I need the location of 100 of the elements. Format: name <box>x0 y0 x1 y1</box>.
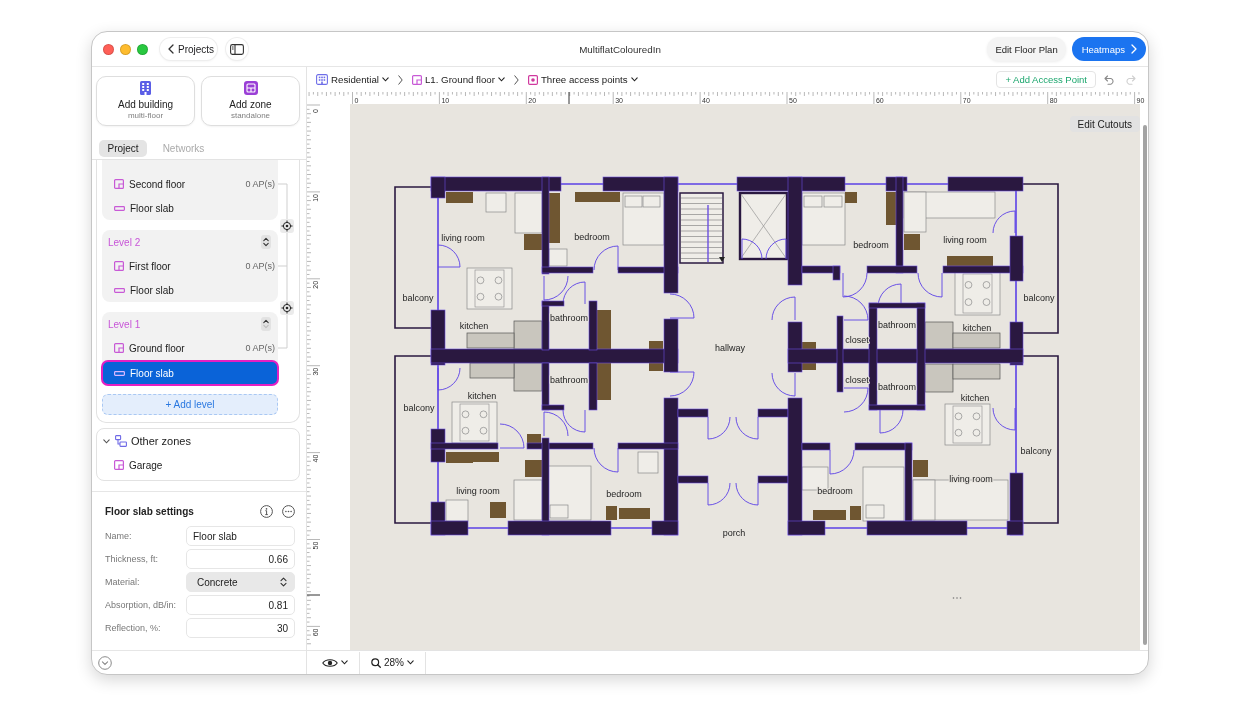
breadcrumb-button[interactable]: Three access points <box>527 74 638 85</box>
floor-item[interactable]: Second floor 0 AP(s) <box>102 172 278 196</box>
search-icon <box>371 657 381 668</box>
floor-icon <box>114 343 124 353</box>
caret-icon <box>381 77 389 82</box>
window-title: MultiflatColouredIn <box>579 43 661 55</box>
add-zone-button[interactable]: Add zone standalone <box>201 76 300 126</box>
room-label: kitchen <box>459 321 489 332</box>
room-label: bedroom <box>853 240 889 251</box>
chevron-left-icon <box>168 44 174 54</box>
field-label: Thickness, ft: <box>105 554 159 564</box>
zone-item[interactable]: Garage <box>97 453 299 477</box>
heatmaps-button[interactable]: Heatmaps <box>1071 37 1146 61</box>
room-label: kitchen <box>467 391 497 402</box>
slab-item[interactable]: Floor slab <box>101 360 279 386</box>
room-label: bedroom <box>817 486 853 497</box>
add-level-button[interactable]: + Add level <box>102 394 278 415</box>
select-field[interactable]: Concrete <box>186 572 295 592</box>
room-label: bathroom <box>878 382 916 393</box>
edit-floor-plan-button[interactable]: Edit Floor Plan <box>987 37 1066 61</box>
field-label: Reflection, %: <box>105 623 162 633</box>
floor-icon <box>411 74 422 85</box>
tab[interactable]: Project <box>99 140 148 157</box>
number-field[interactable]: 30 <box>186 618 295 638</box>
room-label: bedroom <box>606 489 642 500</box>
room-label: balcony <box>402 293 434 304</box>
info-icon[interactable] <box>260 504 273 518</box>
field-label: Material: <box>105 577 141 587</box>
sidebar-icon <box>230 43 244 55</box>
number-field[interactable]: 0.66 <box>186 549 295 569</box>
zoom-level-button[interactable]: 28% <box>367 651 418 674</box>
scrollbar-thumb[interactable] <box>1143 125 1147 645</box>
more-icon[interactable] <box>282 504 295 518</box>
floor-icon <box>114 179 124 189</box>
room-label: kitchen <box>962 323 992 334</box>
eye-icon <box>322 657 338 668</box>
room-label: living room <box>943 235 987 246</box>
room-label: bathroom <box>878 320 916 331</box>
stepper-icon[interactable] <box>261 235 271 249</box>
room-label: balcony <box>403 403 435 414</box>
section-title: Other zones <box>131 435 191 447</box>
room-label: kitchen <box>960 393 990 404</box>
layout-icon <box>243 81 258 95</box>
updown-icon <box>280 577 287 587</box>
room-label: balcony <box>1020 446 1052 457</box>
access-point-icon <box>527 74 538 85</box>
room-label: bedroom <box>574 232 610 243</box>
hierarchy-icon <box>115 435 127 447</box>
number-field[interactable]: 0.81 <box>186 595 295 615</box>
ap-count: 0 AP(s) <box>245 261 275 271</box>
room-label: living room <box>949 474 993 485</box>
slab-icon <box>114 205 125 211</box>
connector-line <box>278 314 288 349</box>
caret-icon <box>497 77 505 82</box>
target-icon[interactable] <box>280 301 294 315</box>
slab-icon <box>114 370 125 376</box>
slab-icon <box>114 287 125 293</box>
close-button[interactable] <box>103 43 114 55</box>
slab-item[interactable]: Floor slab <box>102 196 278 220</box>
edit-cutouts-button[interactable]: Edit Cutouts <box>1069 116 1140 132</box>
room-label: hallway <box>715 343 745 354</box>
breadcrumb-button[interactable]: Residential <box>316 74 389 85</box>
room-label: bathroom <box>550 313 588 324</box>
floor-icon <box>114 261 124 271</box>
maximize-button[interactable] <box>137 43 148 55</box>
chevron-right-icon <box>397 74 403 85</box>
undo-icon[interactable] <box>1104 74 1115 85</box>
building-icon <box>140 81 151 95</box>
field-label: Name: <box>105 531 133 541</box>
room-label: living room <box>456 486 500 497</box>
ap-count: 0 AP(s) <box>245 343 275 353</box>
connector-line <box>278 183 288 220</box>
room-label: closet <box>845 375 869 386</box>
field-label: Absorption, dB/in: <box>105 600 178 610</box>
target-icon[interactable] <box>280 219 294 233</box>
text-field[interactable]: Floor slab <box>186 526 295 546</box>
building-icon <box>316 74 328 85</box>
chevron-right-icon <box>1131 44 1137 54</box>
floor-item[interactable]: Ground floor 0 AP(s) <box>102 336 278 360</box>
floor-item[interactable]: First floor 0 AP(s) <box>102 254 278 278</box>
ap-count: 0 AP(s) <box>245 179 275 189</box>
slab-item[interactable]: Floor slab <box>102 278 278 302</box>
floor-icon <box>114 460 124 470</box>
level-title: Level 2 <box>108 236 141 248</box>
sidebar-toggle-button[interactable] <box>226 38 248 60</box>
chevron-right-icon <box>513 74 519 85</box>
room-label: balcony <box>1023 293 1055 304</box>
breadcrumb-button[interactable]: L1. Ground floor <box>411 74 505 85</box>
caret-icon <box>630 77 638 82</box>
chevron-down-icon[interactable] <box>103 438 110 444</box>
room-label: bathroom <box>550 375 588 386</box>
room-label: porch <box>722 528 746 539</box>
settings-title: Floor slab settings <box>105 505 195 517</box>
add-building-button[interactable]: Add building multi-floor <box>96 76 195 126</box>
room-label: closet <box>845 335 869 346</box>
projects-button[interactable]: Projects <box>160 38 217 60</box>
room-label: living room <box>441 233 485 244</box>
caret-icon <box>407 660 414 665</box>
caret-icon <box>341 660 348 665</box>
level-title: Level 1 <box>108 318 141 330</box>
